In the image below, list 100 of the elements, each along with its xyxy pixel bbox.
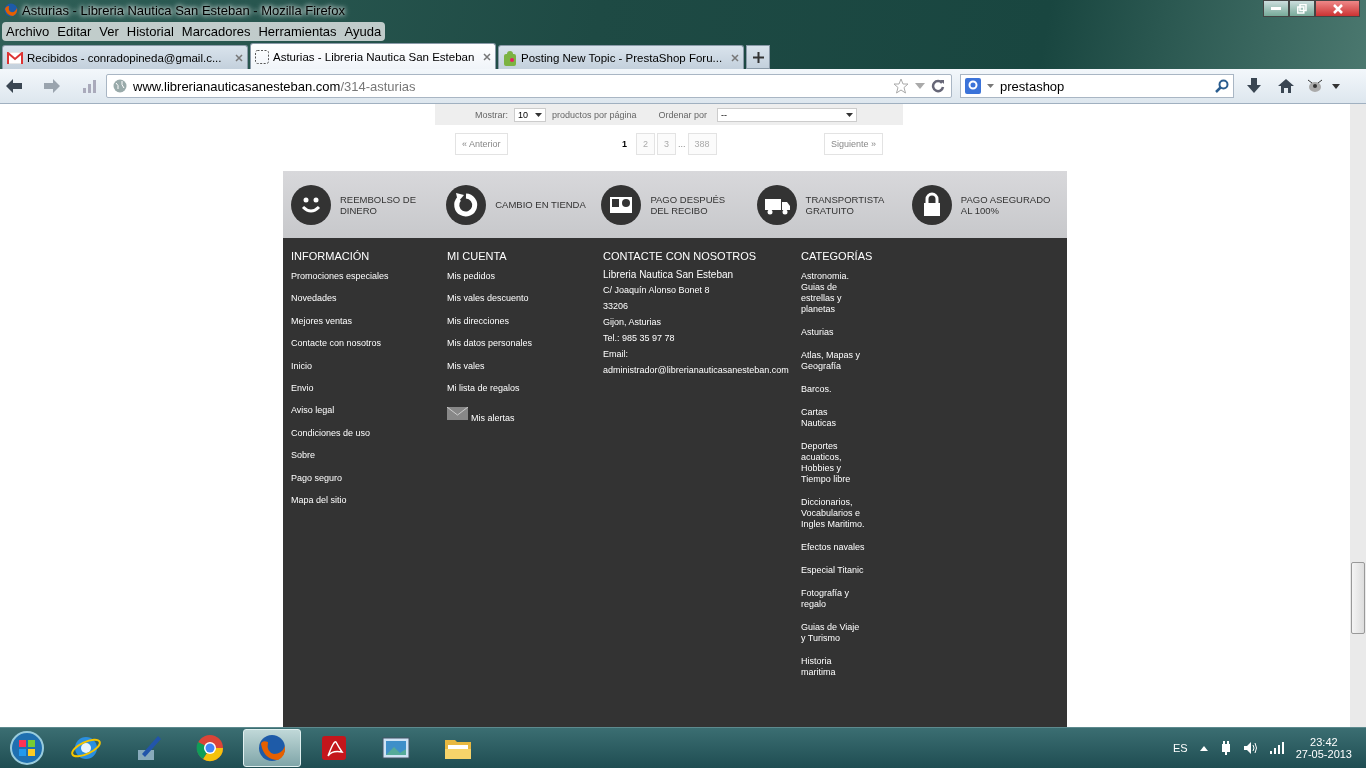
round-app-icon[interactable] (196, 735, 223, 761)
restore-icon (1297, 3, 1307, 14)
card-icon (601, 184, 642, 225)
plug-icon[interactable] (1219, 741, 1232, 755)
category-link[interactable]: Asturias (801, 327, 865, 338)
signal-icon[interactable] (1269, 742, 1284, 754)
footer-link[interactable]: Mis vales (447, 360, 603, 383)
footer-link[interactable]: Mis pedidos (447, 271, 603, 294)
menu-item[interactable]: Historial (122, 22, 178, 40)
category-link[interactable]: Efectos navales (801, 542, 865, 553)
category-link[interactable]: Historia maritima (801, 656, 865, 678)
close-icon (1332, 3, 1343, 14)
feature-label: PAGO ASEGURADO AL 100% (960, 193, 1052, 216)
search-field[interactable]: prestashop (960, 74, 1234, 98)
footer-link[interactable]: Mis datos personales (447, 338, 603, 361)
browser-tab[interactable]: Asturias - Libreria Nautica San Esteban (250, 43, 496, 69)
language-indicator[interactable]: ES (1173, 742, 1188, 754)
footer-link[interactable]: Mi lista de regalos (447, 382, 603, 406)
plus-icon (752, 51, 764, 63)
category-link[interactable]: Guias de Viaje y Turismo (801, 622, 865, 644)
speaker-icon[interactable] (1243, 742, 1258, 754)
menu-item[interactable]: Herramientas (254, 22, 341, 40)
up-arrow-icon[interactable] (1199, 745, 1208, 751)
footer-link[interactable]: Mis alertas (471, 413, 515, 424)
search-icon[interactable] (1215, 79, 1229, 93)
restore-button[interactable] (1289, 0, 1315, 17)
feature-label: REEMBOLSO DE DINERO (340, 193, 418, 216)
menu-item[interactable]: Marcadores (177, 22, 255, 40)
category-link[interactable]: Cartas Nauticas (801, 407, 865, 429)
per-page-select[interactable]: 10 (514, 107, 546, 122)
column-heading: CATEGORÍAS (801, 250, 873, 262)
show-label: Mostrar: (475, 109, 508, 120)
browser-tab[interactable]: Posting New Topic - PrestaShop Foru... (498, 45, 744, 69)
page-ellipsis: ... (678, 139, 686, 149)
refresh-icon (446, 184, 487, 225)
category-link[interactable]: Astronomia. Guias de estrellas y planetas (801, 271, 865, 315)
back-icon[interactable] (6, 79, 22, 93)
caret-icon (846, 112, 854, 117)
contact-line: administrador@librerianauticasanesteban.com (603, 365, 790, 377)
padlock-icon (911, 184, 952, 225)
footer-link[interactable]: Condiciones de uso (291, 427, 447, 451)
category-link[interactable]: Diccionarios, Vocabularios e Ingles Maritimo. (801, 497, 865, 530)
bug-icon[interactable] (1306, 78, 1324, 94)
smiley-icon (291, 184, 331, 225)
reload-icon[interactable] (931, 79, 945, 93)
column-heading: INFORMACIÓN (291, 250, 371, 262)
menu-item[interactable]: Editar (53, 22, 96, 40)
folder-icon[interactable] (445, 740, 471, 759)
footer-link[interactable]: Contacte con nosotros (291, 338, 447, 361)
new-tab-button[interactable] (746, 45, 770, 69)
close-icon[interactable] (483, 52, 491, 61)
pdf-reader-icon[interactable] (322, 736, 346, 760)
feature-label: CAMBIO EN TIENDA (495, 199, 587, 210)
start-button[interactable] (7, 729, 47, 767)
footer-link[interactable]: Mapa del sitio (291, 494, 447, 518)
fox-globe-icon (4, 3, 18, 17)
per-page-label: productos por página (552, 109, 637, 120)
fox-globe-icon[interactable] (259, 735, 286, 761)
previous-button[interactable]: « Anterior (455, 133, 508, 155)
menu-item[interactable]: Ver (95, 22, 123, 40)
footer-link[interactable]: Pago seguro (291, 472, 447, 495)
pen-tool-icon[interactable] (138, 736, 161, 760)
column-heading: CONTACTE CON NOSOTROS (603, 250, 758, 262)
company-name: Libreria Nautica San Esteban (603, 269, 735, 282)
picture-viewer-icon[interactable] (382, 737, 410, 759)
scrollbar[interactable] (1350, 104, 1366, 727)
taskbar-app[interactable] (243, 729, 301, 767)
category-link[interactable]: Atlas, Mapas y Geografía (801, 350, 865, 372)
browser-e-icon[interactable] (71, 737, 101, 759)
scroll-thumb[interactable] (1351, 562, 1365, 634)
minimize-button[interactable] (1263, 0, 1289, 17)
contact-line: 33206 (603, 301, 630, 313)
star-icon[interactable] (893, 78, 909, 94)
footer-link[interactable]: Mis vales descuento (447, 293, 603, 316)
footer-link[interactable]: Envio (291, 382, 447, 406)
address-bar[interactable]: www.librerianauticasanesteban.com/314-asturias (106, 74, 952, 98)
sort-select[interactable]: -- (717, 107, 858, 122)
feature-label: PAGO DESPUÉS DEL RECIBO (650, 193, 727, 216)
footer-link[interactable]: Inicio (291, 360, 447, 383)
footer-link[interactable]: Promociones especiales (291, 271, 447, 294)
footer-link[interactable]: Mejores ventas (291, 315, 447, 339)
category-link[interactable]: Barcos. (801, 384, 865, 395)
contact-line: Tel.: 985 35 97 78 (603, 333, 676, 345)
menu-item[interactable]: Ayuda (340, 22, 386, 40)
clock[interactable]: 23:42 27-05-2013 (1295, 736, 1352, 760)
category-link[interactable]: Especial Titanic (801, 565, 865, 576)
footer-link[interactable]: Sobre (291, 450, 447, 473)
close-icon[interactable] (235, 53, 243, 62)
footer-link[interactable]: Novedades (291, 293, 447, 316)
category-link[interactable]: Deportes acuaticos, Hobbies y Tiempo libre (801, 441, 865, 485)
footer-link[interactable]: Mis direcciones (447, 315, 603, 339)
menu-item[interactable]: Archivo (2, 22, 54, 40)
dropdown-icon[interactable] (1332, 83, 1340, 89)
browser-tab[interactable]: Recibidos - conradopineda@gmail.c... (2, 45, 248, 69)
close-button[interactable] (1315, 0, 1360, 17)
footer-link[interactable]: Aviso legal (291, 405, 447, 428)
next-button[interactable]: Siguiente » (823, 133, 883, 155)
close-icon[interactable] (731, 53, 739, 62)
contact-line: C/ Joaquín Alonso Bonet 8 (603, 285, 711, 297)
category-link[interactable]: Fotografía y regalo (801, 588, 865, 610)
